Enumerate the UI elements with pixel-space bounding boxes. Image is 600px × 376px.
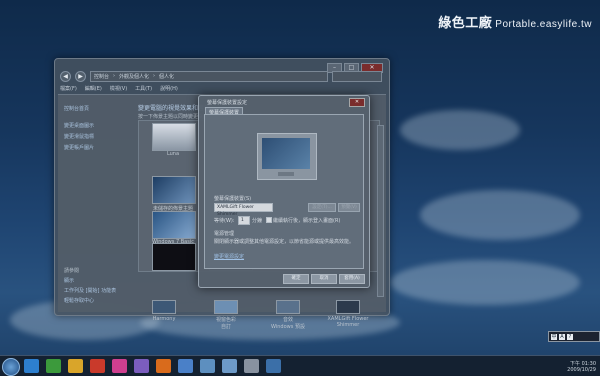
sounds-sub: Windows 預設	[271, 324, 305, 330]
clock-time: 下午 01:30	[570, 361, 596, 367]
minutes-label: 分鐘	[252, 218, 263, 224]
menu-bar: 檔案(F) 編輯(E) 檢視(V) 工具(T) 說明(H)	[60, 85, 178, 92]
menu-help[interactable]: 說明(H)	[160, 85, 178, 92]
taskbar-app-icon[interactable]	[90, 359, 105, 373]
wait-minutes-input[interactable]: 1	[238, 216, 250, 225]
taskbar-app-icon[interactable]	[244, 359, 259, 373]
taskbar-app-icon[interactable]	[46, 359, 61, 373]
ok-button[interactable]: 確定	[283, 274, 309, 284]
change-power-settings-link[interactable]: 變更電源設定	[214, 253, 244, 260]
see-also: 請參閱 顯示 工作列及 [開始] 功能表 輕鬆存取中心	[64, 267, 124, 307]
sounds-icon	[276, 300, 300, 314]
taskbar-app-icon[interactable]	[222, 359, 237, 373]
dialog-close-button[interactable]: ✕	[349, 98, 365, 107]
link-control-panel-home[interactable]: 控制台首頁	[64, 105, 120, 112]
screensaver-select[interactable]: XAMLGift Flower Shimmer	[214, 203, 273, 217]
help-icon[interactable]: ?	[567, 333, 573, 340]
watermark-brand: 綠色工廠	[438, 15, 493, 30]
see-also-title: 請參閱	[64, 268, 80, 274]
taskbar-app-icon[interactable]	[178, 359, 193, 373]
dialog-panel: 螢幕保護裝置(S) XAMLGift Flower Shimmer 設定(T).…	[204, 114, 364, 269]
link-desktop-icons[interactable]: 變更桌面圖示	[64, 122, 120, 129]
sounds-item[interactable]: 音效 Windows 預設	[262, 300, 314, 330]
link-display[interactable]: 顯示	[64, 277, 124, 284]
power-management-title: 電源管理	[214, 231, 235, 237]
menu-tools[interactable]: 工具(T)	[135, 85, 152, 92]
clock-date: 2009/10/29	[567, 367, 596, 373]
window-color-sub: 自訂	[220, 324, 231, 330]
taskbar-app-icon[interactable]	[266, 359, 281, 373]
taskbar-app-icon[interactable]	[200, 359, 215, 373]
screen-saver-icon	[336, 300, 360, 314]
forward-icon[interactable]: ▶	[75, 70, 86, 82]
dialog-title: 螢幕保護裝置設定	[207, 100, 248, 106]
theme-thumb-basic[interactable]	[152, 211, 196, 239]
address-row: ◀ ▶ 控制台 › 外觀及個人化 › 個人化	[60, 70, 382, 82]
settings-button[interactable]: 設定(T)...	[308, 203, 336, 212]
wait-label: 等待(W):	[214, 218, 235, 224]
watermark: 綠色工廠 Portable.easylife.tw	[438, 12, 592, 31]
breadcrumb-item[interactable]: 個人化	[159, 73, 174, 80]
link-taskbar[interactable]: 工作列及 [開始] 功能表	[64, 287, 124, 294]
link-ease-of-access[interactable]: 輕鬆存取中心	[64, 297, 124, 304]
search-input[interactable]	[332, 70, 382, 82]
language-bar-item[interactable]: 中	[551, 333, 557, 340]
resume-label: 繼續執行後，顯示登入畫面(R)	[273, 218, 341, 224]
desktop-background-sub: Harmony	[152, 316, 176, 322]
theme-list-scrollbar[interactable]	[377, 125, 384, 297]
chevron-right-icon: ›	[113, 73, 116, 79]
taskbar: 下午 01:30 2009/10/29	[0, 355, 600, 376]
breadcrumb-item[interactable]: 控制台	[94, 73, 109, 80]
menu-edit[interactable]: 編輯(E)	[85, 85, 102, 92]
start-button[interactable]	[2, 358, 20, 376]
back-icon[interactable]: ◀	[60, 70, 71, 82]
window-color-icon	[214, 300, 238, 314]
preview-button[interactable]: 預覽(V)	[338, 203, 360, 212]
monitor-stand	[278, 172, 294, 176]
window-color-title: 視窗色彩	[215, 317, 236, 323]
language-bar[interactable]: 中 A ?	[548, 331, 600, 342]
monitor-preview-icon	[257, 133, 317, 180]
apply-button[interactable]: 套用(A)	[339, 274, 365, 284]
chevron-right-icon: ›	[153, 73, 156, 79]
menu-view[interactable]: 檢視(V)	[110, 85, 127, 92]
theme-thumb-luna[interactable]	[152, 123, 196, 151]
screen-saver-dialog: 螢幕保護裝置設定 ✕ 螢幕保護裝置 螢幕保護裝置(S) XAMLGift Flo…	[198, 95, 370, 288]
theme-thumb-unsaved[interactable]	[152, 176, 196, 204]
power-management-text: 關閉顯示器或調整其他電源設定，以節省能源或提供最高效能。	[214, 239, 355, 245]
cloud	[400, 110, 520, 150]
system-tray-clock[interactable]: 下午 01:30 2009/10/29	[567, 360, 596, 373]
desktop-background-icon	[152, 300, 176, 314]
preview-screen	[262, 138, 310, 169]
cloud	[420, 190, 580, 240]
window-color-item[interactable]: 視窗色彩 自訂	[200, 300, 252, 330]
taskbar-app-icon[interactable]	[68, 359, 83, 373]
address-bar[interactable]: 控制台 › 外觀及個人化 › 個人化	[90, 70, 328, 82]
taskbar-app-icon[interactable]	[156, 359, 171, 373]
watermark-site: Portable.easylife.tw	[495, 19, 592, 30]
link-account-picture[interactable]: 變更帳戶圖片	[64, 144, 120, 151]
screensaver-label: 螢幕保護裝置(S)	[214, 196, 252, 202]
desktop-background-item[interactable]: Harmony	[138, 300, 190, 322]
theme-settings-row: Harmony 視窗色彩 自訂 音效 Windows 預設 XAMLGift F…	[138, 300, 378, 330]
resume-checkbox[interactable]	[266, 217, 272, 223]
theme-thumb-high-contrast-1[interactable]	[152, 243, 196, 271]
menu-file[interactable]: 檔案(F)	[60, 85, 77, 92]
link-mouse-pointers[interactable]: 變更滑鼠指標	[64, 133, 120, 140]
language-bar-item[interactable]: A	[559, 333, 565, 340]
screen-saver-sub: XAMLGift Flower Shimmer	[327, 316, 369, 328]
taskbar-app-icon[interactable]	[134, 359, 149, 373]
cancel-button[interactable]: 取消	[311, 274, 337, 284]
sounds-title: 音效	[282, 317, 293, 323]
taskbar-app-icon[interactable]	[112, 359, 127, 373]
cloud	[390, 260, 580, 305]
screen-saver-item[interactable]: XAMLGift Flower Shimmer	[322, 300, 374, 328]
theme-label: Luna	[166, 151, 180, 157]
left-pane: 控制台首頁 變更桌面圖示 變更滑鼠指標 變更帳戶圖片	[64, 105, 120, 155]
taskbar-app-icon[interactable]	[24, 359, 39, 373]
breadcrumb-item[interactable]: 外觀及個人化	[119, 73, 149, 80]
